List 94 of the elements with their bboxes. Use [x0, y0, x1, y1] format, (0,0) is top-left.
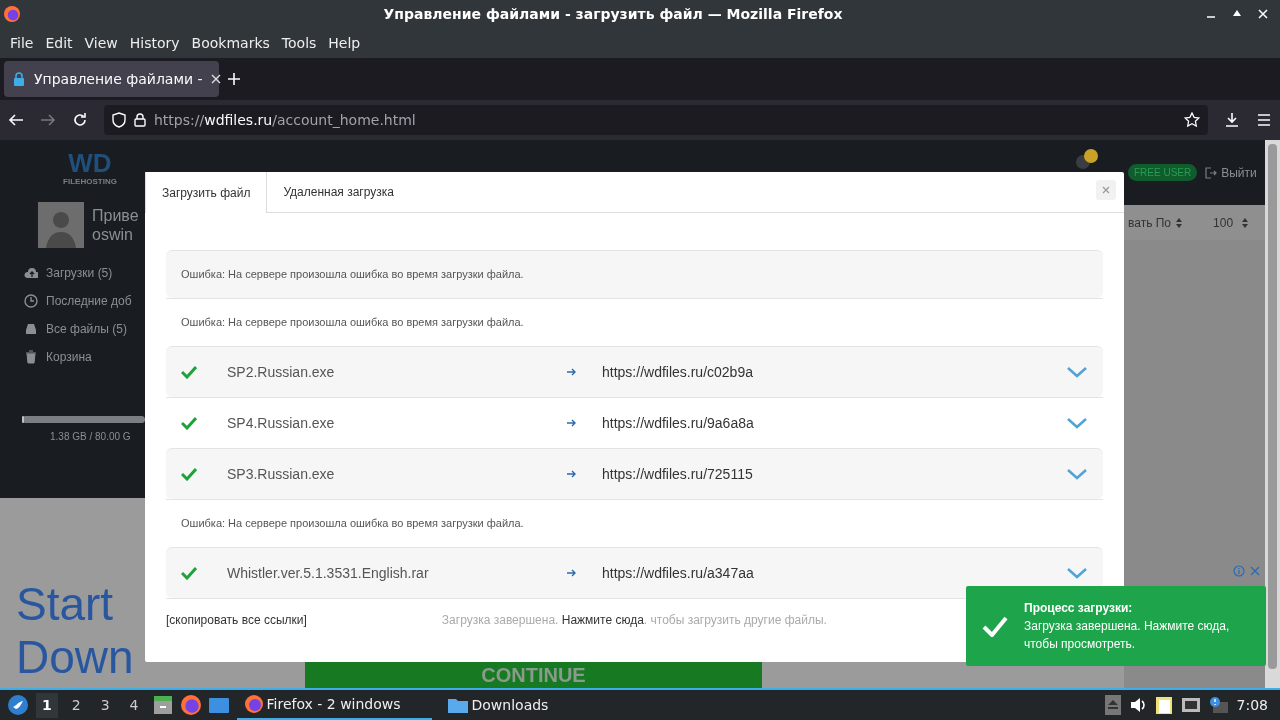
check-icon [982, 615, 1008, 637]
arrow-right-icon [567, 419, 577, 427]
file-name: Whistler.ver.5.1.3531.English.rar [227, 563, 430, 583]
scrollbar[interactable] [1265, 140, 1280, 688]
file-link[interactable]: https://wdfiles.ru/9a6a8a [602, 412, 754, 434]
avatar-icon [38, 202, 84, 248]
sort-caret-icon [1175, 216, 1184, 229]
menu-item[interactable]: History [123, 28, 186, 58]
address-bar[interactable]: https://wdfiles.ru/account_home.html [104, 105, 1208, 135]
folder-icon [447, 697, 468, 713]
close-icon[interactable] [210, 74, 221, 84]
plan-badge: FREE USER [1128, 164, 1198, 181]
ad-headline: Down [16, 631, 135, 684]
lock-icon [12, 72, 26, 86]
drive-icon [24, 322, 38, 336]
copy-links-link[interactable]: [скопировать все ссылки] [166, 611, 307, 629]
error-message: Ошибка: На сервере произошла ошибка во время загрузки файла. [181, 516, 524, 532]
upload-more-link[interactable]: Нажмите сюда [561, 613, 644, 627]
workspace-button[interactable]: 3 [94, 692, 116, 718]
toast-message: Загрузка завершена. Нажмите сюда, чтобы просмотреть. [1024, 618, 1231, 653]
sidebar-item[interactable]: Загрузки (5) [24, 264, 145, 282]
logout-icon [1205, 167, 1218, 179]
page-size-select[interactable]: 100 [1213, 213, 1250, 232]
eject-icon[interactable] [1104, 695, 1121, 715]
window-icon[interactable] [208, 696, 229, 714]
menu-icon[interactable] [1256, 113, 1272, 127]
close-icon [1102, 186, 1110, 194]
username: oswin [92, 225, 134, 245]
menu-item[interactable]: Help [322, 28, 367, 58]
error-message: Ошибка: На сервере произошла ошибка во время загрузки файла. [181, 267, 524, 283]
back-icon[interactable] [8, 112, 24, 128]
close-button[interactable] [1096, 180, 1116, 200]
toast-title: Процесс загрузки: [1024, 600, 1134, 617]
notifications-icon[interactable] [1208, 696, 1229, 714]
logo: WD FILEHOSTING [62, 147, 118, 188]
greeting-text: Приве [92, 205, 139, 225]
dialog-tab[interactable]: Загрузить файл [145, 172, 268, 213]
notification-icon[interactable] [1074, 148, 1100, 170]
firefox-icon[interactable] [244, 695, 263, 713]
maximize-icon[interactable] [1232, 9, 1242, 19]
browser-tab[interactable]: Управление файлами - [4, 61, 219, 97]
download-icon[interactable] [1224, 112, 1240, 128]
chevron-down-icon[interactable] [1066, 567, 1088, 579]
file-name: SP4.Russian.exe [227, 413, 336, 433]
sidebar-item[interactable]: Последние доб [24, 292, 145, 310]
reload-icon[interactable] [72, 112, 88, 128]
workspace-button[interactable]: 1 [36, 692, 58, 718]
file-link[interactable]: https://wdfiles.ru/725115 [602, 463, 753, 485]
start-menu-icon[interactable] [8, 695, 28, 715]
volume-icon[interactable] [1128, 697, 1147, 713]
bookmark-star-icon[interactable] [1184, 112, 1200, 128]
firefox-icon[interactable] [180, 695, 201, 715]
file-cabinet-icon[interactable] [152, 695, 173, 715]
taskbar-task[interactable]: Firefox - 2 windows [236, 690, 432, 720]
trash-icon [24, 350, 38, 364]
cloud-upload-icon [24, 266, 38, 280]
logout-link[interactable]: Выйти [1205, 164, 1257, 182]
window-title: Управление файлами - загрузить файл — Mozilla Firefox [382, 4, 844, 24]
tab-title: Управление файлами - [34, 69, 203, 89]
file-link[interactable]: https://wdfiles.ru/a347aa [602, 562, 754, 584]
arrow-right-icon [567, 470, 577, 478]
menu-item[interactable]: Edit [39, 28, 79, 58]
lock-icon[interactable] [134, 113, 146, 127]
workspace-button[interactable]: 2 [65, 692, 87, 718]
clock-icon [24, 294, 38, 308]
arrow-right-icon [567, 569, 577, 577]
menu-item[interactable]: File [4, 28, 40, 58]
sidebar-item[interactable]: Все файлы (5) [24, 320, 145, 338]
menu-item[interactable]: View [78, 28, 124, 58]
workspace-button[interactable]: 4 [123, 692, 145, 718]
storage-text: 1.38 GB / 80.00 G [50, 430, 132, 444]
firefox-icon[interactable] [4, 6, 20, 22]
clock: 7:08 [1236, 695, 1269, 715]
arrow-right-icon [567, 368, 577, 376]
chevron-down-icon[interactable] [1066, 468, 1088, 480]
menu-item[interactable]: Tools [275, 28, 323, 58]
sort-caret-icon [1241, 216, 1250, 229]
new-tab-icon[interactable] [227, 72, 241, 86]
error-message: Ошибка: На сервере произошла ошибка во время загрузки файла. [181, 315, 524, 331]
file-name: SP2.Russian.exe [227, 362, 336, 382]
shield-icon[interactable] [112, 112, 126, 128]
sidebar-item[interactable]: Корзина [24, 348, 145, 366]
sort-select[interactable]: вать По [1128, 213, 1184, 232]
file-name: SP3.Russian.exe [227, 464, 336, 484]
status-message: Загрузка завершена. Нажмите сюда. чтобы загрузить другие файлы. [441, 612, 827, 629]
menu-item[interactable]: Bookmarks [185, 28, 276, 58]
file-link[interactable]: https://wdfiles.ru/c02b9a [602, 361, 753, 383]
chevron-down-icon[interactable] [1066, 417, 1088, 429]
url-text: https://wdfiles.ru/account_home.html [154, 110, 416, 130]
network-icon[interactable] [1180, 697, 1201, 713]
chevron-down-icon[interactable] [1066, 366, 1088, 378]
taskbar-task[interactable]: Downloads [439, 690, 635, 720]
clipboard-icon[interactable] [1154, 695, 1173, 715]
ad-headline: Start [16, 578, 115, 632]
